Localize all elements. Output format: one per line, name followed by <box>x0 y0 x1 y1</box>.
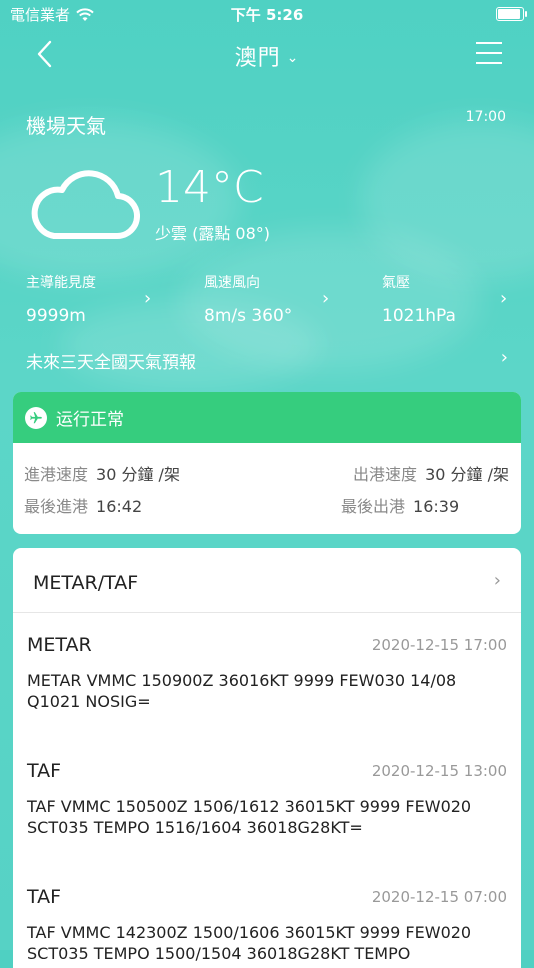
status-bar: 電信業者 下午 5:26 <box>0 0 534 28</box>
visibility-label: 主導能見度 <box>26 275 96 291</box>
pressure-label: 氣壓 <box>382 275 410 291</box>
entry-text: TAF VMMC 142300Z 1500/1606 36015KT 9999 … <box>27 923 472 963</box>
metar-taf-card: METAR/TAF › METAR 2020-12-15 17:00 METAR… <box>13 548 521 968</box>
departure-rate-value: 30 分鐘 /架 <box>425 465 509 484</box>
battery-icon <box>496 7 527 21</box>
metar-taf-title: METAR/TAF <box>33 572 139 594</box>
entry-date: 2020-12-15 17:00 <box>371 636 507 654</box>
arrival-rate-label: 進港速度 <box>24 465 89 484</box>
entry-text: TAF VMMC 150500Z 1506/1612 36015KT 9999 … <box>27 797 472 837</box>
weather-time: 17:00 <box>465 109 506 125</box>
metar-entry: METAR 2020-12-15 17:00 METAR VMMC 150900… <box>27 634 507 712</box>
operation-status-header: 运行正常 <box>13 392 521 443</box>
national-forecast-link[interactable]: 未來三天全國天氣預報 <box>26 348 196 373</box>
entry-text: METAR VMMC 150900Z 36016KT 9999 FEW030 1… <box>27 671 457 711</box>
metar-taf-header[interactable]: METAR/TAF › <box>13 548 521 613</box>
wind-value: 8m/s 360° <box>204 306 293 326</box>
last-arrival-value: 16:42 <box>96 497 143 516</box>
operation-status-card: 运行正常 進港速度 30 分鐘 /架 出港速度 30 分鐘 /架 最後進港 16:42… <box>13 392 521 534</box>
city-selector[interactable]: 澳門 ⌄ <box>0 40 534 72</box>
departure-rate: 出港速度 30 分鐘 /架 <box>353 461 509 485</box>
weather-description: 少雲 (露點 08°) <box>155 224 271 243</box>
airport-weather-section: 機場天氣 17:00 14°C 少雲 (露點 08°) 主導能見度 9999m … <box>0 82 534 392</box>
taf-entry: TAF 2020-12-15 13:00 TAF VMMC 150500Z 15… <box>27 760 507 838</box>
last-arrival: 最後進港 16:42 <box>24 493 142 517</box>
visibility-metric[interactable]: 主導能見度 9999m › <box>26 272 176 326</box>
chevron-right-icon[interactable]: › <box>501 347 508 368</box>
airplane-icon <box>25 406 47 429</box>
hamburger-menu-icon[interactable] <box>476 42 502 66</box>
entry-date: 2020-12-15 13:00 <box>371 762 507 780</box>
arrival-rate: 進港速度 30 分鐘 /架 <box>24 461 180 485</box>
arrival-rate-value: 30 分鐘 /架 <box>96 465 180 484</box>
pressure-metric[interactable]: 氣壓 1021hPa › <box>382 272 532 326</box>
clock: 下午 5:26 <box>230 6 304 24</box>
operation-status-text: 运行正常 <box>56 410 124 430</box>
cloud-icon <box>31 170 140 240</box>
departure-rate-label: 出港速度 <box>353 465 418 484</box>
navigation-bar: 澳門 ⌄ <box>0 28 534 82</box>
last-arrival-label: 最後進港 <box>24 497 89 516</box>
wind-metric[interactable]: 風速風向 8m/s 360° › <box>204 272 354 326</box>
city-name: 澳門 <box>234 46 281 71</box>
last-departure-label: 最後出港 <box>341 497 406 516</box>
chevron-down-icon: ⌄ <box>286 50 300 66</box>
weather-title: 機場天氣 <box>26 114 106 138</box>
taf-entry: TAF 2020-12-15 07:00 TAF VMMC 142300Z 15… <box>27 886 507 964</box>
chevron-right-icon: › <box>493 570 501 591</box>
entry-date: 2020-12-15 07:00 <box>371 888 507 906</box>
temperature: 14°C <box>155 162 264 213</box>
pressure-value: 1021hPa <box>382 306 456 326</box>
last-departure: 最後出港 16:39 <box>341 493 459 517</box>
chevron-right-icon: › <box>500 288 508 309</box>
last-departure-value: 16:39 <box>413 497 460 516</box>
wind-label: 風速風向 <box>204 275 260 291</box>
chevron-right-icon: › <box>322 288 330 309</box>
chevron-right-icon: › <box>144 288 152 309</box>
visibility-value: 9999m <box>26 306 86 326</box>
